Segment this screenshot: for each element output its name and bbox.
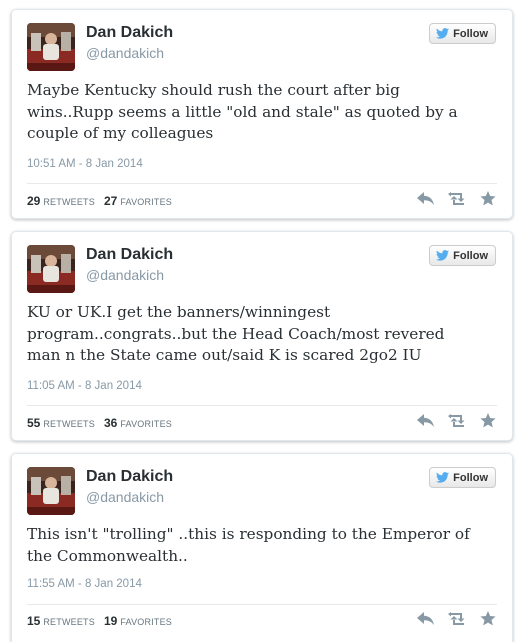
retweet-count[interactable]: 29 [27, 194, 40, 208]
divider [27, 183, 497, 184]
tweet-card: Dan Dakich @dandakich Follow KU or UK.I … [11, 231, 513, 441]
twitter-bird-icon [436, 472, 450, 483]
reply-icon[interactable] [417, 413, 435, 428]
username[interactable]: @dandakich [86, 489, 164, 505]
tweet-stats: 29 RETWEETS 27 FAVORITES [27, 194, 178, 208]
retweet-label[interactable]: RETWEETS [43, 617, 95, 627]
follow-button[interactable]: Follow [429, 245, 496, 266]
username[interactable]: @dandakich [86, 267, 164, 283]
tweet-text: This isn't "trolling" ..this is respondi… [27, 525, 470, 565]
avatar[interactable] [27, 245, 75, 293]
display-name[interactable]: Dan Dakich [86, 246, 173, 264]
tweet-timestamp[interactable]: 11:55 AM - 8 Jan 2014 [27, 578, 142, 590]
reply-icon[interactable] [417, 191, 435, 206]
tweet-card: Dan Dakich @dandakich Follow This isn't … [11, 453, 513, 642]
retweet-label[interactable]: RETWEETS [43, 419, 95, 429]
favorite-label[interactable]: FAVORITES [120, 419, 172, 429]
retweet-count[interactable]: 15 [27, 614, 40, 628]
reply-icon[interactable] [417, 611, 435, 626]
favorite-label[interactable]: FAVORITES [120, 197, 172, 207]
favorite-count[interactable]: 19 [104, 614, 117, 628]
twitter-bird-icon [436, 250, 450, 261]
follow-label: Follow [453, 249, 488, 262]
follow-label: Follow [453, 27, 488, 40]
tweet-card: Dan Dakich @dandakich Follow Maybe Kentu… [11, 9, 513, 219]
favorite-count[interactable]: 36 [104, 416, 117, 430]
retweet-count[interactable]: 55 [27, 416, 40, 430]
avatar[interactable] [27, 467, 75, 515]
tweet-actions [417, 413, 496, 428]
follow-label: Follow [453, 471, 488, 484]
tweet-actions [417, 611, 496, 626]
tweet-stats: 15 RETWEETS 19 FAVORITES [27, 614, 178, 628]
tweet-text: Maybe Kentucky should rush the court aft… [27, 81, 458, 142]
display-name[interactable]: Dan Dakich [86, 24, 173, 42]
tweet-timestamp[interactable]: 10:51 AM - 8 Jan 2014 [27, 158, 143, 170]
retweet-label[interactable]: RETWEETS [43, 197, 95, 207]
retweet-icon[interactable] [448, 413, 467, 428]
display-name[interactable]: Dan Dakich [86, 468, 173, 486]
tweet-timestamp[interactable]: 11:05 AM - 8 Jan 2014 [27, 380, 142, 392]
avatar[interactable] [27, 23, 75, 71]
tweet-text: KU or UK.I get the banners/winningest pr… [27, 303, 445, 364]
twitter-bird-icon [436, 28, 450, 39]
divider [27, 405, 497, 406]
star-icon[interactable] [480, 413, 496, 428]
follow-button[interactable]: Follow [429, 23, 496, 44]
favorite-label[interactable]: FAVORITES [120, 617, 172, 627]
retweet-icon[interactable] [448, 611, 467, 626]
star-icon[interactable] [480, 191, 496, 206]
follow-button[interactable]: Follow [429, 467, 496, 488]
tweet-stats: 55 RETWEETS 36 FAVORITES [27, 416, 178, 430]
tweet-actions [417, 191, 496, 206]
star-icon[interactable] [480, 611, 496, 626]
username[interactable]: @dandakich [86, 45, 164, 61]
favorite-count[interactable]: 27 [104, 194, 117, 208]
divider [27, 604, 497, 605]
retweet-icon[interactable] [448, 191, 467, 206]
